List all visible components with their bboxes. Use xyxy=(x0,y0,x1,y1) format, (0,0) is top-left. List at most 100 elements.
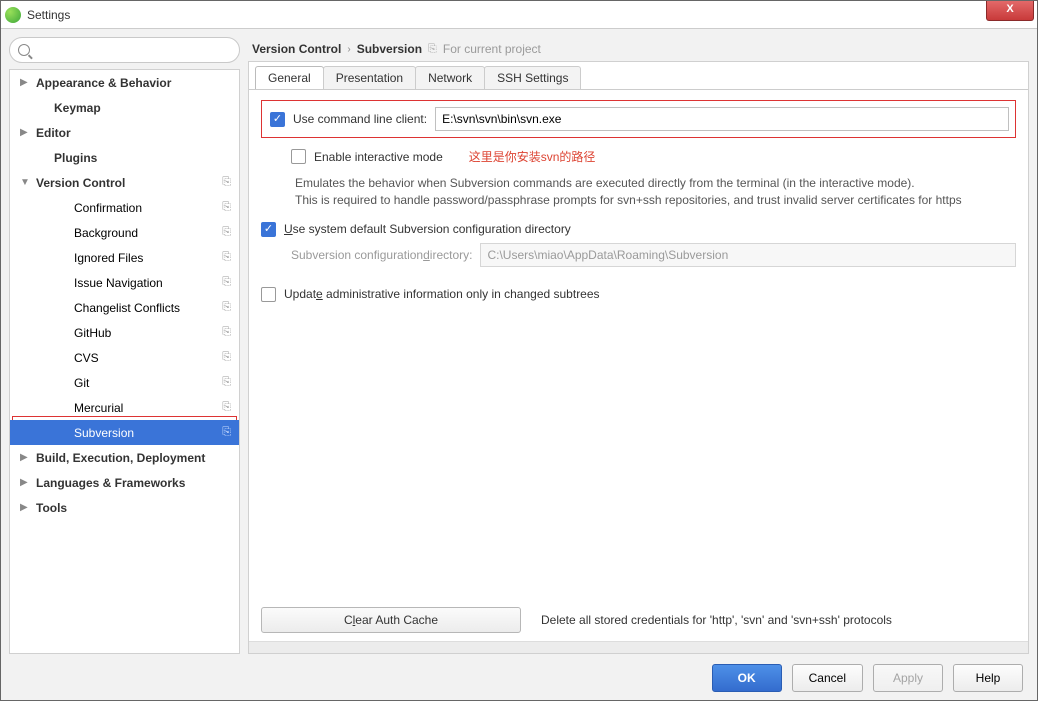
clear-auth-cache-button[interactable]: Clear Auth Cache xyxy=(261,607,521,633)
project-scope-icon: ⎘ xyxy=(222,276,231,289)
sidebar-item-changelist-conflicts[interactable]: Changelist Conflicts⎘ xyxy=(10,295,239,320)
search-icon xyxy=(18,44,30,56)
ok-button[interactable]: OK xyxy=(712,664,782,692)
tree-item-label: Languages & Frameworks xyxy=(36,476,239,490)
config-dir-row: Subversion configuration directory: xyxy=(261,243,1016,267)
main-row: ▶Appearance & BehaviorKeymap▶EditorPlugi… xyxy=(9,37,1029,654)
interactive-mode-row: Enable interactive mode 这里是你安装svn的路径 xyxy=(261,148,1016,165)
breadcrumb-b: Subversion xyxy=(357,42,422,56)
tree-arrow-icon: ▶ xyxy=(20,127,30,138)
tab-presentation[interactable]: Presentation xyxy=(323,66,416,89)
sidebar-item-build-execution-deployment[interactable]: ▶ Build, Execution, Deployment xyxy=(10,445,239,470)
clear-auth-desc: Delete all stored credentials for 'http'… xyxy=(541,613,892,627)
tree-item-label: Changelist Conflicts xyxy=(74,301,239,315)
sidebar-item-editor[interactable]: ▶ Editor xyxy=(10,120,239,145)
use-cli-label: Use command line client: xyxy=(293,112,427,126)
breadcrumb-hint: For current project xyxy=(443,42,541,56)
tree-item-label: Version Control xyxy=(36,176,239,190)
breadcrumb: Version Control › Subversion ⎘ For curre… xyxy=(248,37,1029,61)
cli-path-input[interactable] xyxy=(435,107,1009,131)
search-box[interactable] xyxy=(9,37,240,63)
cancel-button[interactable]: Cancel xyxy=(792,664,863,692)
settings-panel: GeneralPresentationNetworkSSH Settings ✓… xyxy=(248,61,1029,654)
chevron-right-icon: › xyxy=(347,44,350,55)
sidebar-item-git[interactable]: Git⎘ xyxy=(10,370,239,395)
use-system-dir-row: ✓ Use system default Subversion configur… xyxy=(261,222,1016,237)
interactive-mode-label: Enable interactive mode xyxy=(314,150,443,164)
horizontal-scrollbar[interactable] xyxy=(249,641,1028,653)
sidebar-item-ignored-files[interactable]: Ignored Files⎘ xyxy=(10,245,239,270)
update-admin-row: Update administrative information only i… xyxy=(261,287,1016,302)
project-scope-icon: ⎘ xyxy=(222,301,231,314)
sidebar-item-tools[interactable]: ▶ Tools xyxy=(10,495,239,520)
tree-item-label: Keymap xyxy=(54,101,239,115)
help-button[interactable]: Help xyxy=(953,664,1023,692)
sidebar-item-version-control[interactable]: ▼ Version Control⎘ xyxy=(10,170,239,195)
titlebar: Settings X xyxy=(1,1,1037,29)
tree-item-label: Editor xyxy=(36,126,239,140)
window-title: Settings xyxy=(27,8,70,22)
annotation-text: 这里是你安装svn的路径 xyxy=(469,148,596,165)
app-icon xyxy=(5,7,21,23)
sidebar-item-mercurial[interactable]: Mercurial⎘ xyxy=(10,395,239,420)
sidebar: ▶Appearance & BehaviorKeymap▶EditorPlugi… xyxy=(9,37,240,654)
sidebar-item-languages-frameworks[interactable]: ▶Languages & Frameworks xyxy=(10,470,239,495)
tree-item-label: Mercurial xyxy=(74,401,239,415)
project-scope-icon: ⎘ xyxy=(222,351,231,364)
tree-arrow-icon: ▶ xyxy=(20,452,30,463)
use-cli-checkbox[interactable]: ✓ xyxy=(270,112,285,127)
tree-item-label: Subversion xyxy=(74,426,239,440)
project-scope-icon: ⎘ xyxy=(222,426,231,439)
tree-item-label: GitHub xyxy=(74,326,239,340)
project-scope-icon: ⎘ xyxy=(222,251,231,264)
apply-button[interactable]: Apply xyxy=(873,664,943,692)
use-system-dir-checkbox[interactable]: ✓ xyxy=(261,222,276,237)
sidebar-item-background[interactable]: Background⎘ xyxy=(10,220,239,245)
config-dir-label: Subversion configuration directory: xyxy=(291,248,472,262)
annotation-box: ✓ Use command line client: xyxy=(261,100,1016,138)
interactive-mode-checkbox[interactable] xyxy=(291,149,306,164)
tree-arrow-icon: ▶ xyxy=(20,502,30,513)
sidebar-item-appearance-behavior[interactable]: ▶Appearance & Behavior xyxy=(10,70,239,95)
settings-tree[interactable]: ▶Appearance & BehaviorKeymap▶EditorPlugi… xyxy=(9,69,240,654)
tree-item-label: CVS xyxy=(74,351,239,365)
tree-item-label: Tools xyxy=(36,501,239,515)
project-scope-icon: ⎘ xyxy=(428,43,437,56)
search-input[interactable] xyxy=(36,42,231,58)
breadcrumb-a[interactable]: Version Control xyxy=(252,42,341,56)
clear-auth-row: Clear Auth Cache Delete all stored crede… xyxy=(261,599,1016,633)
project-scope-icon: ⎘ xyxy=(222,176,231,189)
project-scope-icon: ⎘ xyxy=(222,401,231,414)
tree-item-label: Git xyxy=(74,376,239,390)
tree-item-label: Ignored Files xyxy=(74,251,239,265)
tree-item-label: Confirmation xyxy=(74,201,239,215)
close-button[interactable]: X xyxy=(986,1,1034,21)
tree-item-label: Appearance & Behavior xyxy=(36,76,239,90)
project-scope-icon: ⎘ xyxy=(222,201,231,214)
sidebar-item-cvs[interactable]: CVS⎘ xyxy=(10,345,239,370)
tab-ssh-settings[interactable]: SSH Settings xyxy=(484,66,581,89)
tree-item-label: Background xyxy=(74,226,239,240)
update-admin-checkbox[interactable] xyxy=(261,287,276,302)
settings-window: Settings X ▶Appearance & BehaviorKeymap▶… xyxy=(0,0,1038,701)
sidebar-item-keymap[interactable]: Keymap xyxy=(10,95,239,120)
tab-general: ✓ Use command line client: Enable intera… xyxy=(249,90,1028,641)
use-system-dir-label: Use system default Subversion configurat… xyxy=(284,222,571,236)
button-bar: OK Cancel Apply Help xyxy=(9,664,1029,692)
project-scope-icon: ⎘ xyxy=(222,226,231,239)
tree-item-label: Build, Execution, Deployment xyxy=(36,451,239,465)
tab-network[interactable]: Network xyxy=(415,66,485,89)
sidebar-item-confirmation[interactable]: Confirmation⎘ xyxy=(10,195,239,220)
sidebar-item-issue-navigation[interactable]: Issue Navigation⎘ xyxy=(10,270,239,295)
tree-item-label: Plugins xyxy=(54,151,239,165)
tree-item-label: Issue Navigation xyxy=(74,276,239,290)
interactive-mode-desc: Emulates the behavior when Subversion co… xyxy=(295,175,1016,210)
sidebar-item-github[interactable]: GitHub⎘ xyxy=(10,320,239,345)
project-scope-icon: ⎘ xyxy=(222,326,231,339)
body: ▶Appearance & BehaviorKeymap▶EditorPlugi… xyxy=(1,29,1037,700)
tab-general[interactable]: General xyxy=(255,66,324,89)
tree-arrow-icon: ▼ xyxy=(20,177,30,188)
project-scope-icon: ⎘ xyxy=(222,376,231,389)
sidebar-item-plugins[interactable]: Plugins xyxy=(10,145,239,170)
sidebar-item-subversion[interactable]: Subversion⎘ xyxy=(10,420,239,445)
